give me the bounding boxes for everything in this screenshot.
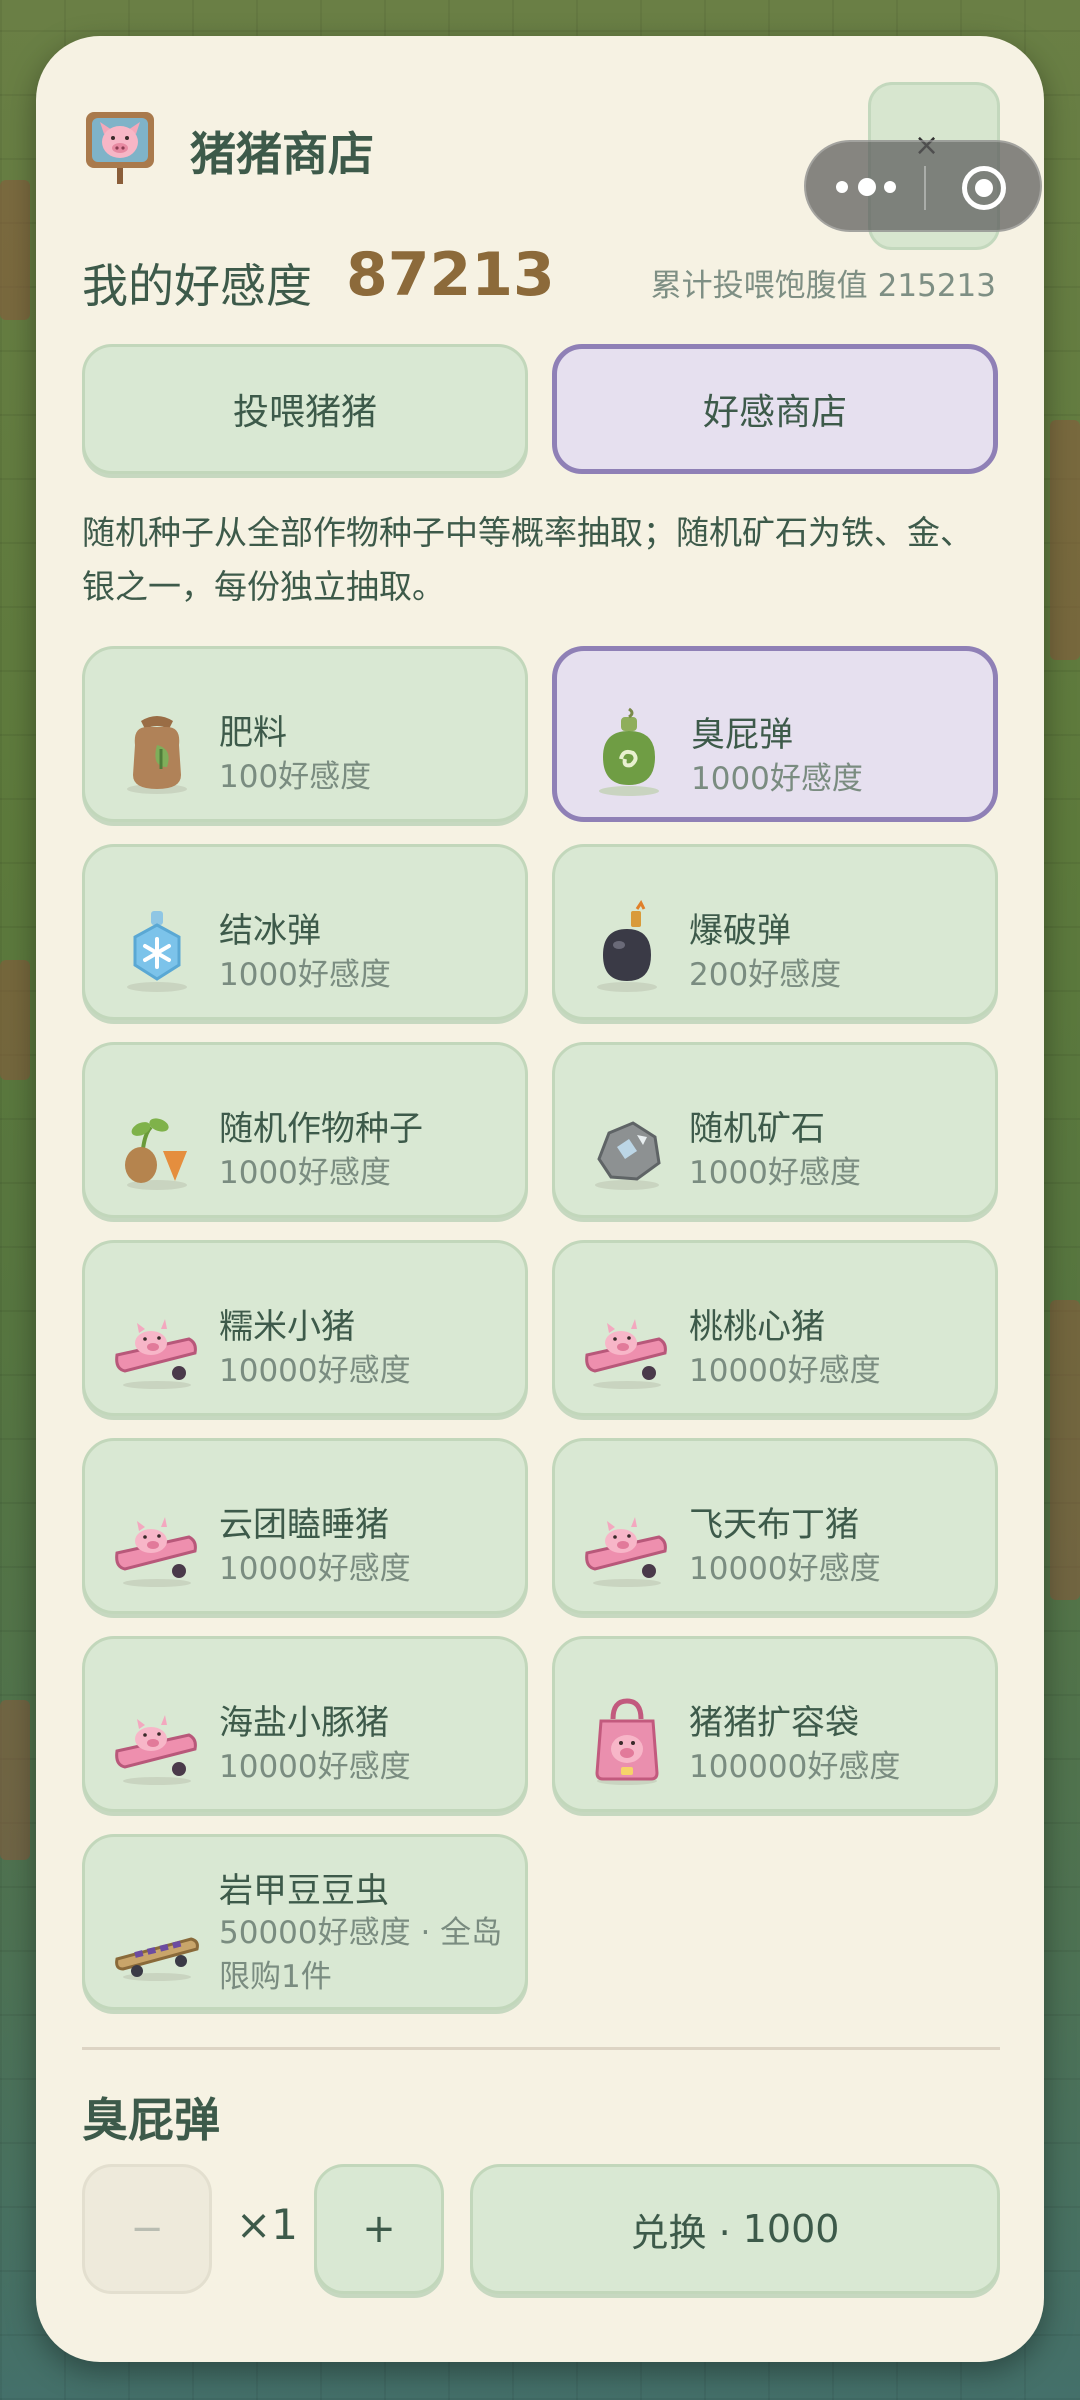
fed-total-label: 累计投喂饱腹值 [650, 268, 868, 304]
selected-item-name: 臭屁弹 [82, 2093, 220, 2147]
item-price: 1000好感度 [219, 1155, 391, 1191]
seed-sprout-icon [125, 1118, 187, 1190]
item-name: 海盐小豚猪 [219, 1703, 389, 1743]
pig-bag-icon [595, 1698, 659, 1785]
pig-skateboard-icon [115, 1517, 197, 1587]
stink-bomb-icon [599, 707, 659, 796]
exit-mini-program-icon[interactable] [962, 166, 1006, 210]
quantity-increase-button[interactable]: + [314, 2164, 444, 2294]
item-price: 1000好感度 [689, 1155, 861, 1191]
shop-item-card[interactable]: 岩甲豆豆虫 50000好感度 · 全岛限购1件 [82, 1834, 528, 2010]
tab-affinity-shop[interactable]: 好感商店 [552, 344, 998, 474]
item-price: 10000好感度 [219, 1749, 411, 1785]
item-name: 臭屁弹 [691, 715, 793, 755]
shop-item-card[interactable]: 桃桃心猪 10000好感度 [552, 1240, 998, 1416]
fertilizer-bag-icon [127, 716, 187, 794]
item-price: 50000好感度 · 全岛限购1件 [219, 1915, 503, 1995]
mini-program-capsule [804, 140, 1042, 232]
exchange-cost: 1000 [742, 2207, 840, 2251]
shop-item-card[interactable]: 随机作物种子 1000好感度 [82, 1042, 528, 1218]
ore-rock-icon [595, 1121, 661, 1190]
item-name: 桃桃心猪 [689, 1307, 825, 1347]
affinity-label: 我的好感度 [82, 259, 312, 313]
divider [82, 2047, 1000, 2050]
item-name: 随机作物种子 [219, 1109, 423, 1149]
item-price: 10000好感度 [689, 1353, 881, 1389]
fed-total: 累计投喂饱腹值 215213 [651, 260, 996, 305]
pig-skateboard-icon [585, 1319, 667, 1389]
shop-item-card[interactable]: 肥料 100好感度 [82, 646, 528, 822]
beetle-board-icon [115, 1937, 199, 1981]
shop-item-card[interactable]: 猪猪扩容袋 100000好感度 [552, 1636, 998, 1812]
pig-skateboard-icon [585, 1517, 667, 1587]
exchange-button[interactable]: 兑换 · 1000 [470, 2164, 1000, 2294]
item-name: 岩甲豆豆虫 [219, 1871, 389, 1911]
item-name: 糯米小猪 [219, 1307, 355, 1347]
item-price: 10000好感度 [219, 1353, 411, 1389]
blast-bomb-icon [597, 900, 657, 992]
shop-item-card[interactable]: 爆破弹 200好感度 [552, 844, 998, 1020]
item-price: 1000好感度 [691, 761, 863, 797]
item-name: 结冰弹 [219, 911, 321, 951]
shop-item-card[interactable]: 结冰弹 1000好感度 [82, 844, 528, 1020]
item-name: 云团瞌睡猪 [219, 1505, 389, 1545]
exchange-label: 兑换 · [630, 2210, 731, 2255]
shop-description: 随机种子从全部作物种子中等概率抽取；随机矿石为铁、金、银之一，每份独立抽取。 [82, 513, 973, 606]
pig-skateboard-icon [115, 1715, 197, 1785]
item-name: 猪猪扩容袋 [689, 1703, 859, 1743]
item-name: 随机矿石 [689, 1109, 825, 1149]
fed-total-value: 215213 [877, 268, 996, 304]
item-price: 100好感度 [219, 759, 372, 795]
item-price: 200好感度 [689, 957, 842, 993]
quantity-decrease-button[interactable]: − [82, 2164, 212, 2294]
quantity-value: ×1 [236, 2200, 298, 2249]
shop-item-card[interactable]: 糯米小猪 10000好感度 [82, 1240, 528, 1416]
page-title: 猪猪商店 [190, 127, 374, 181]
shop-item-card[interactable]: 随机矿石 1000好感度 [552, 1042, 998, 1218]
pig-skateboard-icon [115, 1319, 197, 1389]
item-price: 1000好感度 [219, 957, 391, 993]
item-price: 100000好感度 [689, 1749, 901, 1785]
item-name: 肥料 [219, 713, 287, 753]
shop-item-card[interactable]: 云团瞌睡猪 10000好感度 [82, 1438, 528, 1614]
tab-feed-pig[interactable]: 投喂猪猪 [82, 344, 528, 474]
pig-shop-sign-icon [86, 112, 154, 184]
shop-item-card[interactable]: 臭屁弹 1000好感度 [552, 646, 998, 822]
affinity-value: 87213 [346, 240, 555, 310]
item-name: 飞天布丁猪 [689, 1505, 859, 1545]
shop-item-card[interactable]: 飞天布丁猪 10000好感度 [552, 1438, 998, 1614]
item-price: 10000好感度 [689, 1551, 881, 1587]
more-options-icon[interactable] [836, 172, 906, 202]
item-name: 爆破弹 [689, 911, 791, 951]
shop-item-card[interactable]: 海盐小豚猪 10000好感度 [82, 1636, 528, 1812]
ice-bomb-icon [127, 911, 187, 992]
item-price: 10000好感度 [219, 1551, 411, 1587]
